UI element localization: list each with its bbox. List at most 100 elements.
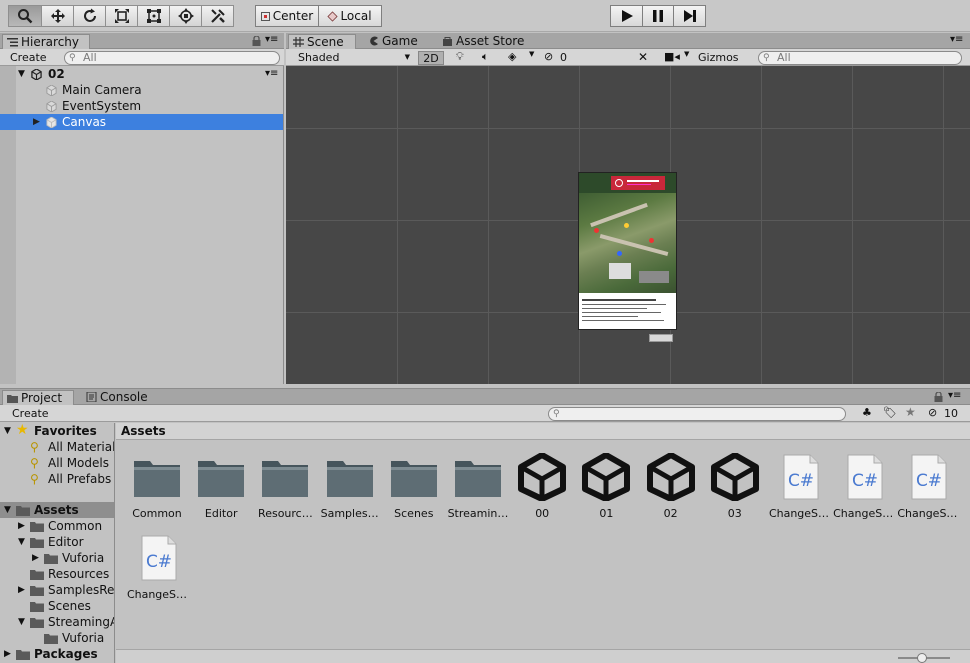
lock-icon[interactable] [934, 392, 943, 402]
filter-label-icon[interactable]: 🏷︎ [883, 406, 897, 419]
scene-menu-icon[interactable]: ▾≡ [265, 66, 278, 82]
asset-item-folder[interactable]: Resourc… [254, 451, 316, 521]
asset-item-folder[interactable]: Scenes [383, 451, 445, 521]
unity-scene-icon [582, 453, 631, 501]
transform-tool-button[interactable] [169, 5, 202, 27]
assets-root-row[interactable]: ▼ Assets [0, 502, 114, 518]
tab-asset-store[interactable]: Asset Store [438, 34, 538, 50]
pause-button[interactable] [642, 5, 674, 27]
panel-menu-icon[interactable]: ▾≡ [265, 33, 278, 47]
hidden-packages-count: 10 [944, 407, 958, 420]
hierarchy-create-dropdown[interactable]: Create ▼ [6, 51, 56, 76]
asset-item-cs[interactable]: C# ChangeS… [896, 451, 958, 521]
fold-right-icon[interactable]: ▶ [33, 114, 40, 130]
favorite-item[interactable]: ⚲ All Models [0, 455, 114, 471]
tab-game[interactable]: Game [364, 34, 434, 50]
asset-item-cs[interactable]: C# ChangeS… [126, 532, 188, 602]
fold-right-icon[interactable]: ▶ [18, 582, 25, 598]
tools-icon [210, 9, 225, 23]
scene-viewport[interactable] [286, 66, 970, 384]
tab-project[interactable]: Project [2, 390, 74, 406]
asset-item-unity[interactable]: 01 [575, 451, 637, 521]
hierarchy-search-input[interactable]: ⚲ All [64, 51, 280, 65]
fold-down-icon[interactable]: ▼ [4, 423, 11, 439]
canvas-map-image[interactable] [578, 172, 677, 330]
packages-root-row[interactable]: ▶ Packages [0, 646, 114, 662]
pivot-center-button[interactable]: Center [255, 5, 319, 27]
tree-folder-row[interactable]: ▼ StreamingA [0, 614, 114, 630]
asset-item-unity[interactable]: 00 [511, 451, 573, 521]
filter-type-icon[interactable]: ♣ [862, 406, 872, 419]
hidden-eye-icon[interactable]: ⊘ [544, 50, 553, 63]
hierarchy-item-canvas[interactable]: ▶ Canvas [0, 114, 283, 130]
scene-search-input[interactable]: ⚲ All [758, 51, 962, 65]
zoom-slider-handle[interactable] [917, 653, 927, 663]
pivot-local-button[interactable]: Local [318, 5, 382, 27]
asset-item-unity[interactable]: 02 [640, 451, 702, 521]
tree-folder-row[interactable]: ▼ Editor [0, 534, 114, 550]
effects-icon[interactable]: ◈ [508, 50, 516, 63]
fold-right-icon[interactable]: ▶ [4, 646, 11, 662]
dropdown-arrow-icon[interactable]: ▼ [529, 50, 534, 58]
favorite-item[interactable]: ⚲ All Prefabs [0, 471, 114, 487]
panel-menu-icon[interactable]: ▾≡ [950, 33, 963, 47]
tree-folder-row[interactable]: Vuforia [0, 630, 114, 646]
asset-item-unity[interactable]: 03 [704, 451, 766, 521]
dropdown-arrow-icon[interactable]: ▼ [684, 50, 689, 58]
scene-tools-icon[interactable]: ✕ [638, 50, 648, 64]
rotate-tool-button[interactable] [73, 5, 106, 27]
tab-scene[interactable]: Scene [288, 34, 356, 50]
fold-right-icon[interactable]: ▶ [18, 518, 25, 534]
map-title-banner [611, 176, 665, 190]
step-button[interactable] [673, 5, 706, 27]
asset-item-folder[interactable]: Streamin… [447, 451, 509, 521]
fold-right-icon[interactable]: ▶ [32, 550, 39, 566]
asset-item-folder[interactable]: Common [126, 451, 188, 521]
dropdown-arrow-icon: ▼ [404, 53, 410, 61]
tree-folder-row[interactable]: Resources [0, 566, 114, 582]
project-create-dropdown[interactable]: Create ▼ [8, 407, 58, 432]
fold-down-icon[interactable]: ▼ [18, 534, 25, 550]
move-tool-button[interactable] [41, 5, 74, 27]
breadcrumb-assets[interactable]: Assets [121, 424, 166, 438]
fold-down-icon[interactable]: ▼ [18, 66, 25, 82]
audio-speaker-icon[interactable]: 🔈︎ [482, 50, 489, 64]
rect-tool-button[interactable] [137, 5, 170, 27]
scale-tool-button[interactable] [105, 5, 138, 27]
gizmos-dropdown[interactable]: Gizmos ▼ [694, 51, 748, 76]
lock-icon[interactable] [252, 36, 261, 46]
asset-item-cs[interactable]: C# ChangeS… [832, 451, 894, 521]
panel-menu-icon[interactable]: ▾≡ [948, 389, 961, 403]
tree-folder-row[interactable]: ▶ Common [0, 518, 114, 534]
hierarchy-item-main-camera[interactable]: Main Camera [0, 82, 283, 98]
project-search-input[interactable]: ⚲ [548, 407, 846, 421]
fold-down-icon[interactable]: ▼ [18, 614, 25, 630]
hidden-eye-icon[interactable]: ⊘ [928, 406, 937, 419]
lighting-bulb-icon[interactable]: 💡︎ [456, 50, 464, 64]
shading-mode-dropdown[interactable]: Shaded ▼ [294, 51, 412, 65]
tab-console[interactable]: Console [82, 390, 154, 406]
favorite-item[interactable]: ⚲ All Materials [0, 439, 114, 455]
asset-item-folder[interactable]: Editor [190, 451, 252, 521]
scene-grid-icon [293, 37, 304, 47]
scene-row[interactable]: ▼ 02 ▾≡ [0, 66, 283, 82]
camera-icon[interactable]: ■◂ [664, 50, 680, 63]
custom-tool-button[interactable] [201, 5, 234, 27]
favorites-header[interactable]: ▼ ★ Favorites [0, 423, 114, 439]
search-filter-icon: ⚲ [30, 472, 39, 486]
asset-item-folder[interactable]: Samples… [319, 451, 381, 521]
play-button[interactable] [610, 5, 643, 27]
canvas-small-button[interactable] [649, 334, 673, 342]
hierarchy-item-eventsystem[interactable]: EventSystem [0, 98, 283, 114]
folder-icon [16, 650, 30, 660]
hand-tool-button[interactable] [8, 5, 42, 27]
mode-2d-toggle[interactable]: 2D [418, 51, 444, 65]
tree-folder-row[interactable]: ▶ Vuforia [0, 550, 114, 566]
tree-folder-row[interactable]: ▶ SamplesRes [0, 582, 114, 598]
asset-item-cs[interactable]: C# ChangeS… [768, 451, 830, 521]
tree-folder-row[interactable]: Scenes [0, 598, 114, 614]
fold-down-icon[interactable]: ▼ [4, 502, 11, 518]
favorite-star-icon[interactable]: ★ [905, 405, 916, 419]
tab-hierarchy[interactable]: Hierarchy [2, 34, 90, 50]
asset-label: Resourc… [258, 507, 313, 520]
